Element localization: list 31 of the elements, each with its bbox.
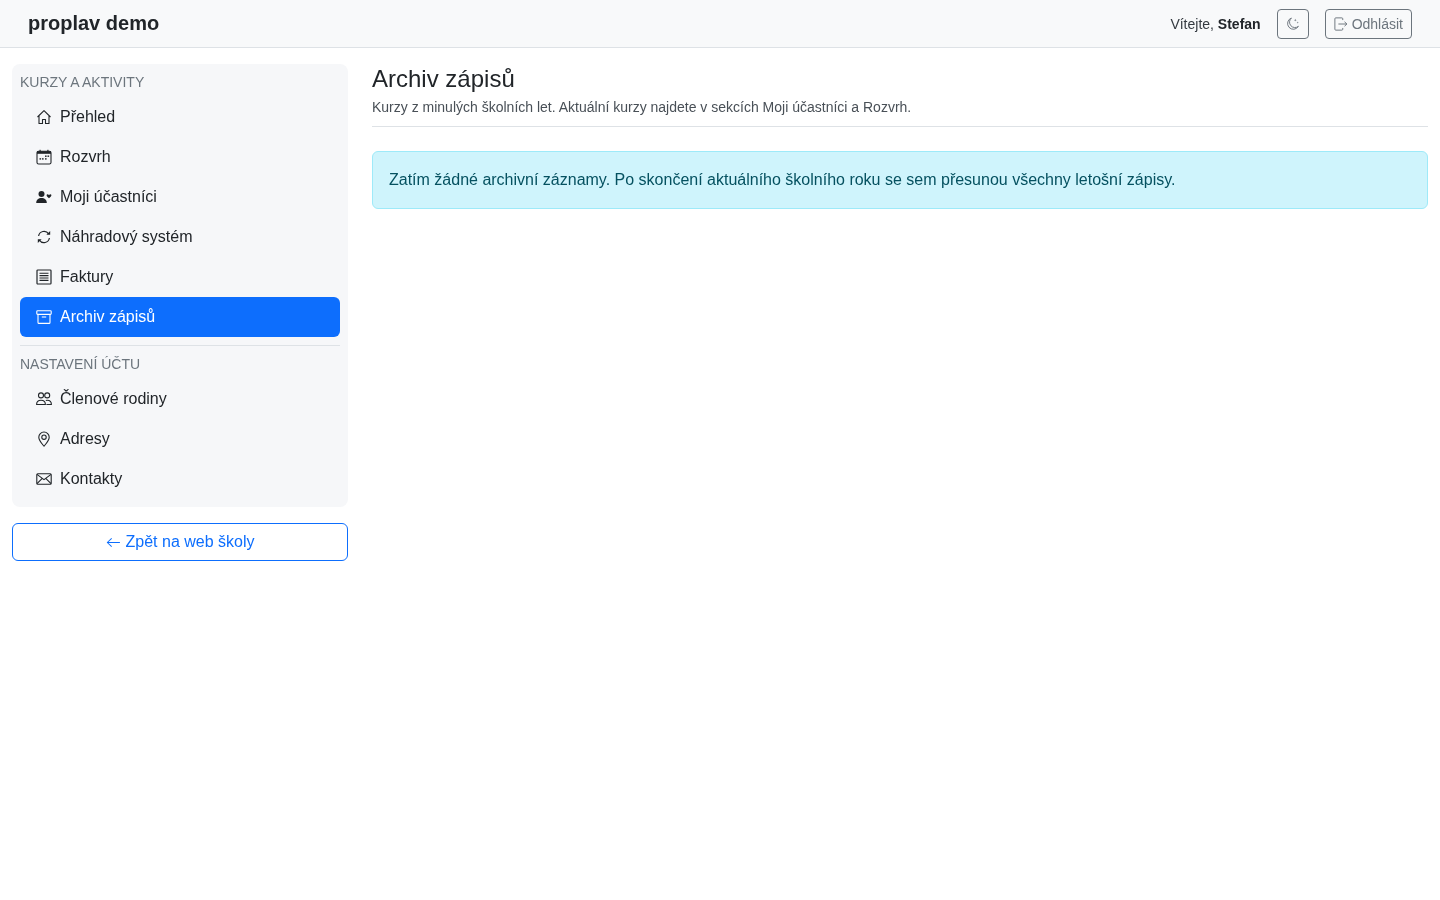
sidebar-link[interactable]: Náhradový systém — [20, 217, 340, 257]
sidebar-link[interactable]: Přehled — [20, 97, 340, 137]
sidebar-link[interactable]: Moji účastníci — [20, 177, 340, 217]
people-icon — [36, 391, 52, 407]
theme-toggle-button[interactable] — [1276, 8, 1309, 39]
envelope-icon — [36, 471, 52, 487]
sidebar-link[interactable]: Adresy — [20, 419, 340, 459]
sidebar-link[interactable]: Členové rodiny — [20, 379, 340, 419]
circular-arrows-icon — [36, 229, 52, 245]
person-heart-icon — [36, 189, 52, 205]
logout-button[interactable]: Odhlásit — [1324, 8, 1412, 39]
section-heading: KURZY A AKTIVITY — [20, 73, 146, 92]
document-lines-icon — [36, 269, 52, 285]
brand-link[interactable]: proplav demo — [28, 12, 160, 35]
house-icon — [36, 109, 52, 125]
archive-box-icon — [36, 309, 52, 325]
greeting-text: Vítejte, Stefan — [1170, 15, 1261, 32]
location-pin-icon — [36, 431, 52, 447]
sidebar-link[interactable]: Faktury — [20, 257, 340, 297]
page-title: Archiv zápisů — [372, 64, 516, 93]
moon-stars-icon — [1285, 16, 1300, 31]
exit-icon — [1333, 16, 1348, 31]
info-alert: Zatím žádné archivní záznamy. Po skončení aktuálního školního roku se sem přesunou všechny letošní zápisy. — [372, 151, 1428, 209]
arrow-left-icon — [105, 536, 121, 548]
calendar-icon — [36, 149, 52, 165]
back-to-website-button[interactable]: Zpět na web školy — [12, 523, 348, 561]
section-heading: NASTAVENÍ ÚČTU — [20, 355, 142, 374]
page-subtitle: Kurzy z minulých školních let. Aktuální kurzy najdete v sekcích Moji účastníci a Rozvrh. — [372, 98, 913, 117]
sidebar-link[interactable]: Rozvrh — [20, 137, 340, 177]
sidebar-link[interactable]: Archiv zápisů — [20, 297, 340, 337]
sidebar-link[interactable]: Kontakty — [20, 459, 340, 499]
